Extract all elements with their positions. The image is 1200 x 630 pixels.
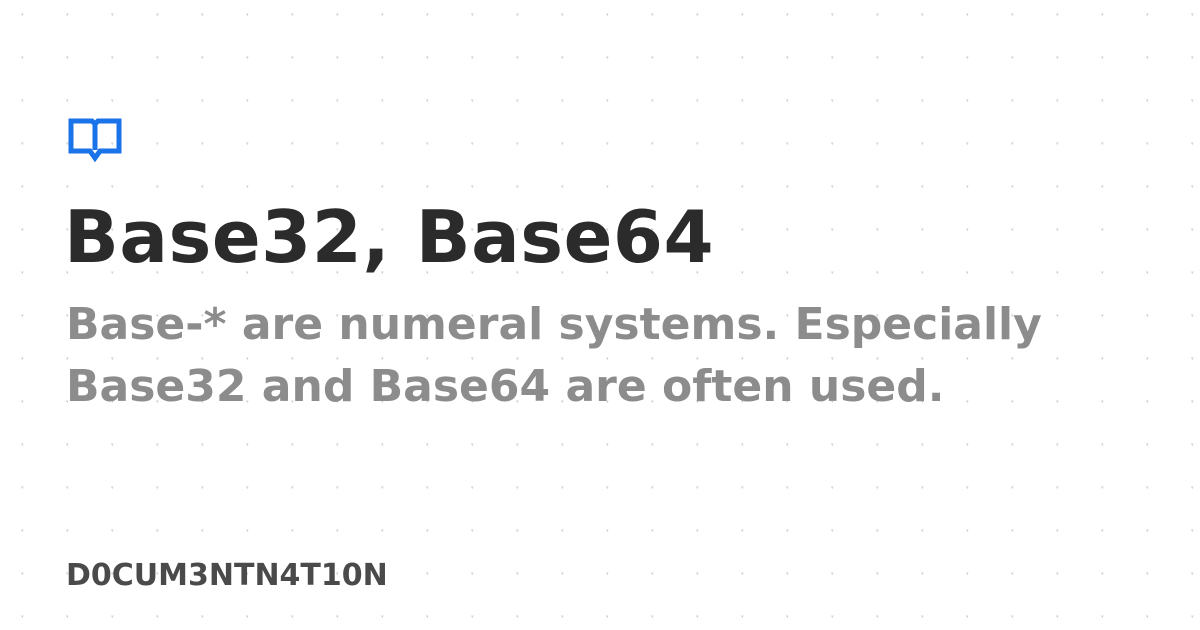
page-description: Base-* are numeral systems. Especially B… [66, 299, 1042, 412]
book-icon [68, 118, 122, 162]
site-name: D0CUM3NTN4T10N [66, 558, 388, 593]
page-title: Base32, Base64 [64, 195, 715, 279]
